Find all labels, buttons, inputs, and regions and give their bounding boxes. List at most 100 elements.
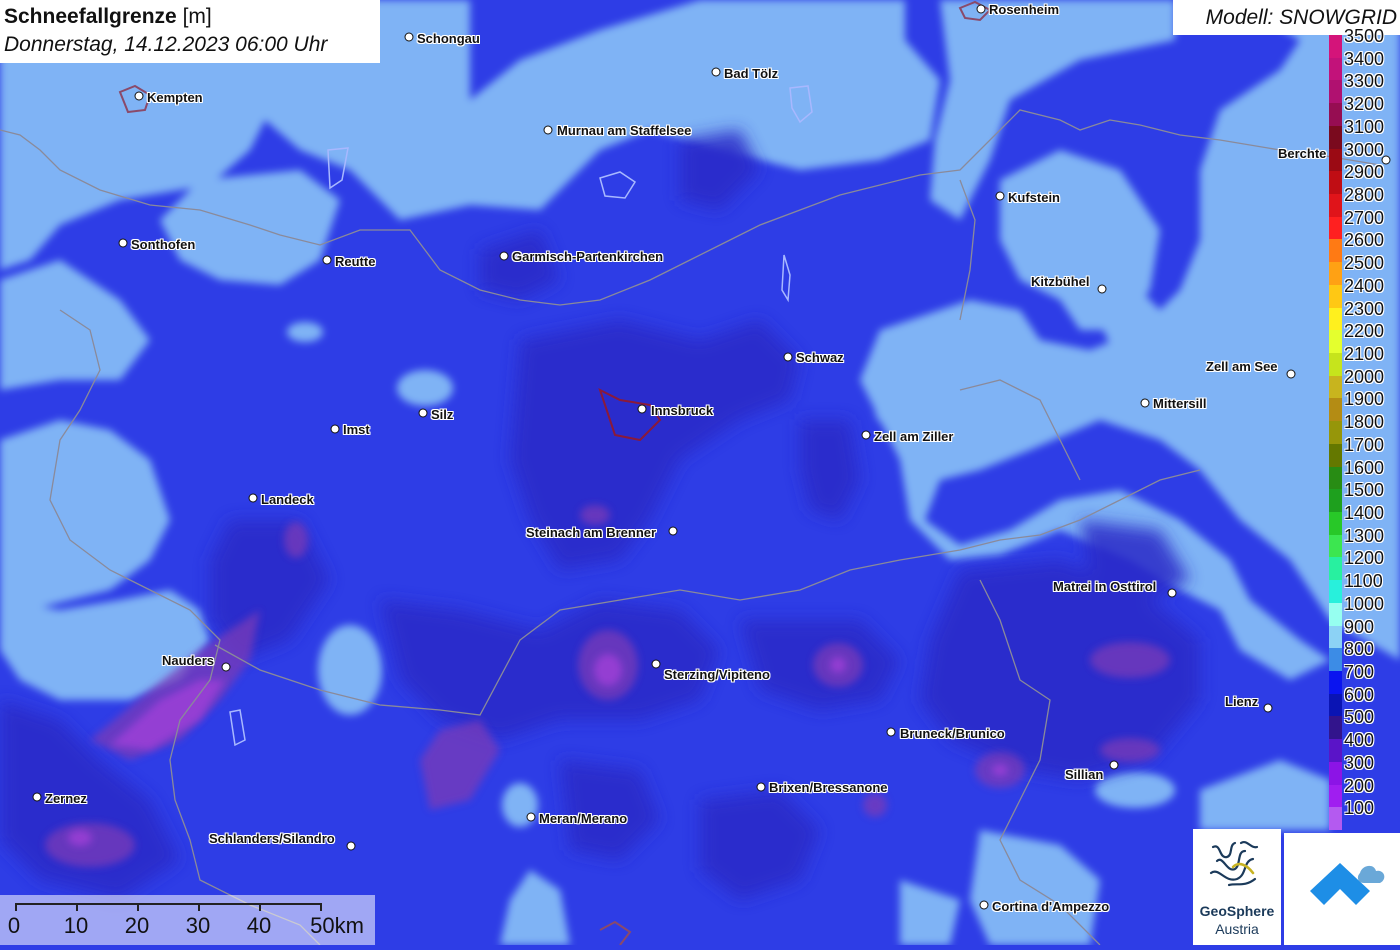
- town-dot-schongau: [404, 32, 414, 42]
- legend-row: 2300: [1325, 296, 1400, 331]
- legend-swatch: [1329, 807, 1342, 830]
- town-dot-lienz: [1263, 703, 1273, 713]
- town-label-zell-am-ziller: Zell am Ziller: [874, 429, 954, 444]
- legend-row: 3300: [1325, 68, 1400, 104]
- town-label-zell-am-see: Zell am See: [1206, 359, 1278, 374]
- legend-row: 700: [1325, 659, 1400, 694]
- legend-row: 800: [1325, 636, 1400, 671]
- town-label-reutte: Reutte: [335, 254, 376, 269]
- town-label-nauders: Nauders: [162, 653, 215, 668]
- legend-value: 1800: [1344, 412, 1385, 433]
- legend-row: 2200: [1325, 318, 1400, 353]
- legend-row: 2600: [1325, 227, 1400, 263]
- legend-value: 1700: [1344, 434, 1385, 455]
- legend-value: 3200: [1344, 94, 1385, 115]
- app-logo[interactable]: [1284, 833, 1400, 945]
- legend-value: 1100: [1344, 571, 1383, 592]
- town-dot-brixen: [756, 782, 766, 792]
- legend-row: 1900: [1325, 386, 1400, 422]
- title-panel: Schneefallgrenze [m] Donnerstag, 14.12.2…: [0, 0, 380, 63]
- scale-line: [15, 903, 321, 905]
- map-title: Schneefallgrenze [m]: [4, 5, 212, 29]
- legend-value: 1500: [1344, 480, 1385, 501]
- legend-row: 100: [1325, 795, 1400, 830]
- legend-value: 2800: [1344, 185, 1385, 205]
- town-dot-matrei: [1167, 588, 1177, 598]
- legend-row: 2700: [1325, 205, 1400, 240]
- town-label-sonthofen: Sonthofen: [131, 237, 196, 252]
- town-label-mittersill: Mittersill: [1153, 396, 1207, 411]
- snowline-map: [0, 0, 1400, 945]
- town-dot-nauders: [221, 662, 231, 672]
- geosphere-logo-line2: Austria: [1215, 921, 1259, 937]
- scale-tick: [198, 903, 200, 911]
- scale-label-50km: 50km: [310, 913, 364, 938]
- town-label-imst: Imst: [343, 422, 370, 437]
- town-label-rosenheim: Rosenheim: [989, 2, 1060, 17]
- legend-value: 2300: [1344, 298, 1385, 319]
- town-label-lienz: Lienz: [1225, 694, 1259, 709]
- map-area[interactable]: Schongau Rosenheim Kempten Bad Tölz Murn…: [0, 0, 1400, 945]
- scale-tick: [259, 903, 261, 911]
- town-dot-kitzbuehel: [1097, 284, 1107, 294]
- town-label-matrei: Matrei in Osttirol: [1053, 579, 1157, 594]
- geosphere-logo[interactable]: GeoSphere Austria: [1193, 829, 1281, 945]
- title-unit: [m]: [182, 5, 212, 28]
- town-dot-reutte: [322, 255, 332, 265]
- legend-value: 400: [1344, 730, 1375, 751]
- legend-row: 1200: [1325, 545, 1400, 581]
- legend-row: 400: [1325, 727, 1400, 762]
- legend-value: 2700: [1344, 207, 1385, 228]
- town-dot-zernez: [32, 792, 42, 802]
- scale-label-0: 0: [7, 913, 21, 938]
- legend-value: 200: [1344, 775, 1375, 796]
- town-dot-innsbruck: [637, 404, 647, 414]
- legend-row: 600: [1325, 682, 1400, 717]
- mountain-cloud-icon: [1310, 863, 1385, 905]
- legend-value: 2000: [1344, 366, 1385, 387]
- town-dot-bruneck: [886, 727, 896, 737]
- legend-value: 2400: [1344, 275, 1385, 296]
- scale-tick: [320, 903, 322, 911]
- legend-value: 700: [1344, 662, 1375, 682]
- legend-value: 300: [1344, 752, 1375, 773]
- town-label-garmisch: Garmisch-Partenkirchen: [512, 249, 664, 264]
- legend-row: 1500: [1325, 477, 1400, 512]
- town-dot-schlanders: [346, 841, 356, 851]
- town-dot-landeck: [248, 493, 258, 503]
- town-label-silz: Silz: [431, 407, 454, 422]
- town-dot-rosenheim: [976, 4, 986, 14]
- town-label-murnau: Murnau am Staffelsee: [557, 123, 692, 138]
- legend-row: 3200: [1325, 91, 1400, 126]
- legend-value: 2100: [1344, 344, 1385, 364]
- scale-tick: [137, 903, 139, 911]
- town-dot-imst: [330, 424, 340, 434]
- town-dot-sillian: [1109, 760, 1119, 770]
- legend-row: 900: [1325, 614, 1400, 649]
- town-label-innsbruck: Innsbruck: [651, 403, 714, 418]
- town-dot-schwaz: [783, 352, 793, 362]
- scale-tick: [76, 903, 78, 911]
- legend-value: 1400: [1344, 503, 1385, 523]
- legend-value: 3100: [1344, 116, 1385, 137]
- legend-value: 3400: [1344, 48, 1385, 69]
- legend-value: 500: [1344, 707, 1375, 728]
- legend-row: 2500: [1325, 250, 1400, 285]
- title-variable: Schneefallgrenze: [4, 5, 177, 28]
- legend-value: 2600: [1344, 230, 1385, 251]
- town-label-kufstein: Kufstein: [1008, 190, 1060, 205]
- legend-value: 1900: [1344, 389, 1385, 410]
- legend-value: 3500: [1344, 26, 1385, 46]
- town-label-schwaz: Schwaz: [796, 350, 844, 365]
- legend-value: 900: [1344, 616, 1375, 637]
- town-label-zernez: Zernez: [45, 791, 87, 806]
- town-dot-mittersill: [1140, 398, 1150, 408]
- legend-row: 200: [1325, 773, 1400, 808]
- legend-row: 3400: [1325, 46, 1400, 81]
- legend-row: 500: [1325, 704, 1400, 740]
- legend-value: 600: [1344, 684, 1375, 705]
- color-legend: 3500 3400 3300 3200 3100 3000 2900 2800 2700 2600…: [1325, 26, 1400, 830]
- town-label-steinach: Steinach am Brenner: [526, 525, 657, 540]
- town-dot-steinach: [668, 526, 678, 536]
- legend-row: 1000: [1325, 591, 1400, 626]
